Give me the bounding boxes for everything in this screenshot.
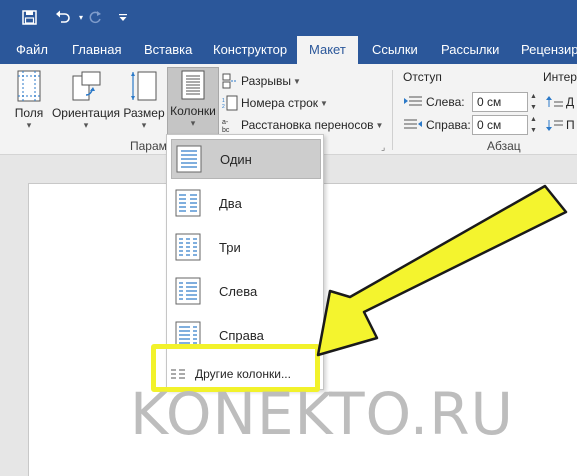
spacing-before-text: Д bbox=[566, 95, 575, 109]
chevron-down-icon: ▾ bbox=[26, 120, 32, 130]
hyphenation-icon: a-bc bbox=[222, 119, 230, 133]
indent-right-input[interactable]: 0 см bbox=[472, 115, 528, 135]
columns-option-label: Три bbox=[219, 239, 241, 255]
columns-option-label: Справа bbox=[219, 327, 264, 343]
left-label-text: Слева: bbox=[426, 95, 465, 109]
margins-icon bbox=[17, 70, 41, 102]
chevron-down-icon: ▼ bbox=[320, 98, 328, 108]
tab-home[interactable]: Главная bbox=[72, 36, 121, 64]
columns-label: Колонки bbox=[170, 104, 216, 118]
dialog-launcher-icon[interactable]: ⌟ bbox=[381, 142, 385, 153]
chevron-down-icon: ▼ bbox=[375, 120, 384, 130]
hyphenation-button[interactable]: a-bc Расстановка переносов ▼ bbox=[222, 114, 383, 136]
title-bar: ▾ bbox=[0, 0, 577, 36]
columns-option-label: Один bbox=[220, 151, 252, 167]
spacing-before-label: Д bbox=[545, 91, 574, 113]
size-button[interactable]: Размер ▾ bbox=[122, 68, 166, 142]
undo-icon bbox=[56, 10, 70, 23]
tab-design[interactable]: Конструктор bbox=[213, 36, 287, 64]
indent-left-input[interactable]: 0 см bbox=[472, 92, 528, 112]
paragraph-group-label: Абзац bbox=[487, 139, 521, 153]
redo-icon bbox=[89, 11, 101, 24]
columns-option-label: Два bbox=[219, 195, 242, 211]
save-button[interactable] bbox=[18, 6, 40, 28]
hyphenation-label: Расстановка переносов bbox=[241, 118, 374, 132]
size-label: Размер bbox=[123, 106, 165, 120]
breaks-label: Разрывы bbox=[241, 74, 291, 88]
indent-title: Отступ bbox=[403, 70, 442, 84]
margins-label: Поля bbox=[14, 106, 44, 120]
orientation-icon bbox=[72, 71, 101, 101]
line-numbers-label: Номера строк bbox=[241, 96, 319, 110]
margins-button[interactable]: Поля ▾ bbox=[8, 68, 50, 142]
watermark-text: KONEKTO.RU bbox=[130, 380, 514, 448]
tab-layout[interactable]: Макет bbox=[297, 36, 358, 64]
indent-right-label: Справа: bbox=[403, 114, 471, 136]
redo-button[interactable] bbox=[86, 6, 104, 28]
right-label-text: Справа: bbox=[426, 118, 471, 132]
breaks-button[interactable]: Разрывы ▼ bbox=[222, 70, 301, 92]
ribbon-tabs: Файл Главная Вставка Конструктор Макет С… bbox=[0, 36, 577, 64]
tab-review[interactable]: Рецензиро bbox=[521, 36, 577, 64]
columns-icon bbox=[181, 70, 205, 100]
save-icon bbox=[21, 9, 37, 25]
chevron-down-icon: ▼ bbox=[292, 76, 301, 86]
three-columns-icon bbox=[175, 233, 201, 261]
customize-qat-icon bbox=[119, 14, 127, 21]
svg-text:2: 2 bbox=[222, 104, 225, 110]
columns-option-two[interactable]: Два bbox=[171, 183, 321, 223]
tab-insert[interactable]: Вставка bbox=[144, 36, 192, 64]
size-icon bbox=[131, 71, 157, 101]
columns-button[interactable]: Колонки ▾ bbox=[167, 67, 219, 139]
columns-option-three[interactable]: Три bbox=[171, 227, 321, 267]
breaks-icon bbox=[222, 73, 237, 89]
spacing-title: Интер bbox=[543, 70, 577, 84]
undo-dropdown-arrow[interactable]: ▾ bbox=[76, 6, 86, 28]
columns-option-left[interactable]: Слева bbox=[171, 271, 321, 311]
one-column-icon bbox=[176, 145, 202, 173]
indent-left-spinner[interactable]: ▲ ▼ bbox=[530, 92, 541, 112]
orientation-button[interactable]: Ориентация ▾ bbox=[50, 68, 122, 142]
tab-file[interactable]: Файл bbox=[16, 36, 48, 64]
left-column-icon bbox=[175, 277, 201, 305]
undo-button[interactable] bbox=[50, 6, 76, 28]
chevron-down-icon: ▾ bbox=[190, 118, 196, 128]
spacing-after-text: П bbox=[566, 118, 575, 132]
tab-references[interactable]: Ссылки bbox=[372, 36, 418, 64]
orientation-label: Ориентация bbox=[51, 106, 121, 120]
indent-right-spinner[interactable]: ▲ ▼ bbox=[530, 115, 541, 135]
page-setup-group-label: Парам bbox=[130, 139, 167, 153]
customize-qat-button[interactable] bbox=[116, 6, 130, 28]
chevron-down-icon: ▾ bbox=[83, 120, 89, 130]
indent-left-label: Слева: bbox=[403, 91, 465, 113]
line-numbers-button[interactable]: 12 Номера строк ▼ bbox=[222, 92, 328, 114]
line-numbers-icon: 12 bbox=[222, 95, 238, 111]
tab-mailings[interactable]: Рассылки bbox=[441, 36, 499, 64]
svg-text:a-: a- bbox=[222, 119, 229, 126]
indent-right-icon bbox=[404, 119, 422, 129]
spacing-after-icon bbox=[546, 120, 563, 131]
indent-left-icon bbox=[404, 96, 422, 106]
columns-option-label: Слева bbox=[219, 283, 258, 299]
columns-option-one[interactable]: Один bbox=[171, 139, 321, 179]
svg-text:bc: bc bbox=[222, 127, 230, 133]
two-columns-icon bbox=[175, 189, 201, 217]
spacing-after-label: П bbox=[545, 114, 575, 136]
chevron-down-icon: ▾ bbox=[141, 120, 147, 130]
group-separator bbox=[392, 70, 393, 150]
spacing-before-icon bbox=[546, 96, 563, 107]
